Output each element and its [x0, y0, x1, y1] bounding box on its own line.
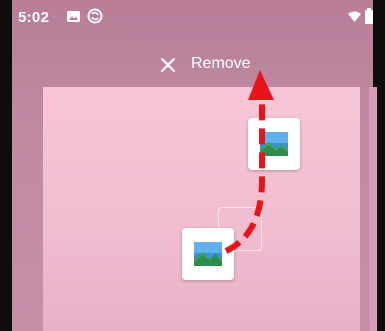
- battery-icon: [365, 8, 373, 24]
- home-screen-page[interactable]: [43, 87, 360, 331]
- sync-icon: [87, 8, 103, 24]
- app-icon-dragged[interactable]: [248, 118, 300, 170]
- status-time: 5:02: [18, 9, 50, 26]
- image-icon: [67, 11, 80, 22]
- screen-bezel-left: [0, 0, 12, 331]
- close-icon: [161, 58, 175, 72]
- status-bar: 5:02: [12, 0, 373, 34]
- app-icon[interactable]: [182, 228, 234, 280]
- next-home-screen-page[interactable]: [369, 87, 377, 331]
- wifi-icon: [348, 11, 361, 22]
- remove-label: Remove: [191, 55, 251, 72]
- gallery-icon: [194, 242, 222, 266]
- launcher-screen: 5:02 Remove: [0, 0, 385, 331]
- gallery-icon: [260, 132, 288, 156]
